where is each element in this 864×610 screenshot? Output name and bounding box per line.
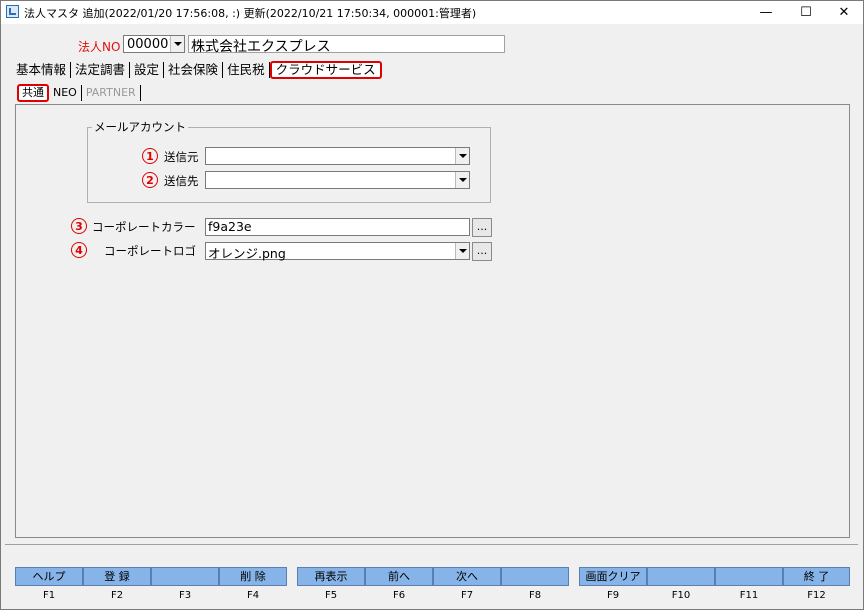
title-bar[interactable]: 法人マスタ 追加(2022/01/20 17:56:08, :) 更新(2022…: [1, 1, 863, 24]
corporate-logo-select[interactable]: オレンジ.png: [205, 242, 470, 261]
recipient-select[interactable]: [205, 171, 470, 189]
corporate-color-field[interactable]: f9a23e: [205, 218, 470, 236]
corp-name-field[interactable]: 株式会社エクスプレス: [188, 35, 505, 55]
f3-button[interactable]: [151, 567, 219, 586]
chevron-down-icon[interactable]: [455, 243, 469, 259]
tab-social-insurance[interactable]: 社会保険: [164, 62, 224, 78]
fkey-label-f9: F9: [606, 590, 620, 601]
tab-settings[interactable]: 設定: [130, 62, 165, 78]
color-browse-button[interactable]: ...: [472, 218, 492, 237]
subtab-common[interactable]: 共通: [17, 84, 49, 102]
recipient-label: 送信先: [164, 174, 199, 188]
refresh-button[interactable]: 再表示: [297, 567, 365, 586]
sender-label: 送信元: [164, 150, 199, 164]
mail-account-group-label: メールアカウント: [92, 119, 188, 135]
fkey-label-f7: F7: [460, 590, 474, 601]
subtab-partner[interactable]: PARTNER: [82, 85, 141, 101]
help-button[interactable]: ヘルプ: [15, 567, 83, 586]
chevron-down-icon[interactable]: [170, 36, 184, 52]
mail-account-group: [87, 127, 491, 203]
corporate-logo-value: オレンジ.png: [208, 246, 286, 261]
fkey-label-f5: F5: [324, 590, 338, 601]
register-button[interactable]: 登 録: [83, 567, 151, 586]
f10-button[interactable]: [647, 567, 715, 586]
chevron-down-icon[interactable]: [455, 172, 469, 188]
corp-name-value: 株式会社エクスプレス: [191, 39, 331, 55]
fkey-label-f6: F6: [392, 590, 406, 601]
clear-screen-button[interactable]: 画面クリア: [579, 567, 647, 586]
bottom-separator: [5, 544, 858, 545]
corporate-color-value: f9a23e: [208, 219, 252, 234]
sub-tabs: 共通 NEO PARTNER: [17, 84, 141, 104]
sender-select[interactable]: [205, 147, 470, 165]
close-button[interactable]: ✕: [821, 1, 864, 24]
corp-no-select[interactable]: 000001: [123, 35, 185, 53]
window-title: 法人マスタ 追加(2022/01/20 17:56:08, :) 更新(2022…: [24, 7, 477, 20]
fkey-label-f3: F3: [178, 590, 192, 601]
main-tabs: 基本情報 法定調書 設定 社会保険 住民税 クラウドサービス: [12, 61, 387, 79]
logo-browse-button[interactable]: ...: [472, 242, 492, 261]
corporate-logo-label: コーポレートロゴ: [104, 244, 196, 258]
fkey-label-f11: F11: [739, 590, 759, 601]
f8-button[interactable]: [501, 567, 569, 586]
fkey-label-f12: F12: [807, 590, 826, 601]
tab-resident-tax[interactable]: 住民税: [223, 62, 270, 78]
prev-button[interactable]: 前へ: [365, 567, 433, 586]
fkey-label-f10: F10: [671, 590, 691, 601]
marker-2: 2: [142, 172, 158, 188]
tab-cloud-service[interactable]: クラウドサービス: [269, 61, 382, 79]
delete-button[interactable]: 削 除: [219, 567, 287, 586]
fkey-label-f1: F1: [42, 590, 56, 601]
marker-1: 1: [142, 148, 158, 164]
marker-3: 3: [71, 218, 87, 234]
chevron-down-icon[interactable]: [455, 148, 469, 164]
fkey-label-f4: F4: [246, 590, 260, 601]
corporate-color-label: コーポレートカラー: [92, 220, 196, 234]
tab-legal-records[interactable]: 法定調書: [71, 62, 131, 78]
subtab-neo[interactable]: NEO: [49, 85, 82, 101]
next-button[interactable]: 次へ: [433, 567, 501, 586]
tab-basic-info[interactable]: 基本情報: [12, 62, 72, 78]
exit-button[interactable]: 終 了: [783, 567, 850, 586]
f11-button[interactable]: [715, 567, 783, 586]
marker-4: 4: [71, 242, 87, 258]
app-icon: [6, 5, 19, 18]
fkey-label-f2: F2: [110, 590, 124, 601]
fkey-label-f8: F8: [528, 590, 542, 601]
corp-no-label: 法人NO: [78, 40, 121, 54]
